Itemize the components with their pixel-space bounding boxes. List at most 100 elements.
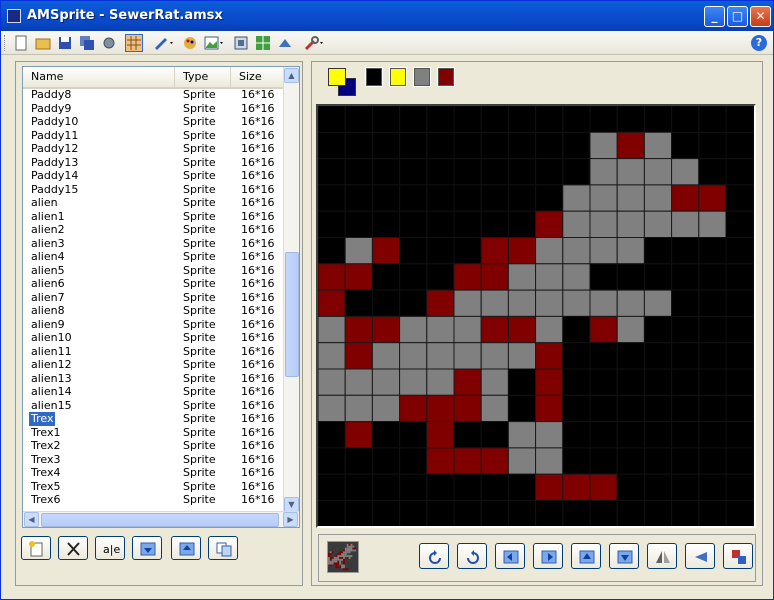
pixel-cell[interactable] xyxy=(589,263,618,291)
pixel-cell[interactable] xyxy=(344,289,373,317)
flip-vertical-button[interactable] xyxy=(685,543,715,569)
pixel-cell[interactable] xyxy=(426,315,455,344)
list-item[interactable]: Paddy10 Sprite 16*16 xyxy=(23,115,285,129)
pixel-cell[interactable] xyxy=(426,289,455,317)
pixel-cell[interactable] xyxy=(671,237,700,265)
pixel-cell[interactable] xyxy=(344,421,373,449)
pixel-cell[interactable] xyxy=(725,106,754,133)
pixel-cell[interactable] xyxy=(589,447,618,475)
pixel-cell[interactable] xyxy=(480,158,509,186)
grid-green-icon[interactable] xyxy=(254,34,272,52)
pixel-cell[interactable] xyxy=(643,263,673,291)
pixel-cell[interactable] xyxy=(589,421,618,449)
pixel-cell[interactable] xyxy=(480,473,509,502)
pixel-cell[interactable] xyxy=(725,368,754,396)
hscroll-thumb[interactable] xyxy=(41,513,279,527)
pixel-cell[interactable] xyxy=(318,368,346,396)
pixel-cell[interactable] xyxy=(480,237,509,265)
pixel-cell[interactable] xyxy=(480,394,509,423)
pixel-cell[interactable] xyxy=(344,131,373,160)
pixel-cell[interactable] xyxy=(399,421,428,449)
pixel-cell[interactable] xyxy=(643,315,673,344)
pixel-cell[interactable] xyxy=(399,473,428,502)
minimize-button[interactable]: _ xyxy=(704,6,725,27)
pixel-cell[interactable] xyxy=(507,368,537,396)
pixel-cell[interactable] xyxy=(480,342,509,370)
pixel-cell[interactable] xyxy=(453,342,482,370)
pixel-cell[interactable] xyxy=(589,473,618,502)
pixel-cell[interactable] xyxy=(507,500,537,527)
pixel-cell[interactable] xyxy=(318,263,346,291)
pixel-cell[interactable] xyxy=(616,447,645,475)
pixel-cell[interactable] xyxy=(344,184,373,212)
list-item[interactable]: alien7 Sprite 16*16 xyxy=(23,291,285,305)
pixel-cell[interactable] xyxy=(562,263,591,291)
palette-swatch[interactable] xyxy=(413,67,431,87)
pixel-cell[interactable] xyxy=(426,184,455,212)
pixel-cell[interactable] xyxy=(318,131,346,160)
pixel-cell[interactable] xyxy=(698,342,727,370)
pixel-cell[interactable] xyxy=(453,368,482,396)
list-item[interactable]: Paddy14 Sprite 16*16 xyxy=(23,169,285,183)
pixel-cell[interactable] xyxy=(562,421,591,449)
palette-icon[interactable] xyxy=(181,34,199,52)
delete-button[interactable] xyxy=(58,536,88,560)
pixel-cell[interactable] xyxy=(371,447,401,475)
pixel-cell[interactable] xyxy=(453,158,482,186)
pixel-cell[interactable] xyxy=(344,210,373,238)
list-item[interactable]: Trex5 Sprite 16*16 xyxy=(23,480,285,494)
pixel-cell[interactable] xyxy=(399,289,428,317)
pixel-cell[interactable] xyxy=(725,421,754,449)
pixel-cell[interactable] xyxy=(318,210,346,238)
pixel-cell[interactable] xyxy=(535,263,564,291)
help-icon[interactable]: ? xyxy=(751,35,767,51)
list-item[interactable]: alien4 Sprite 16*16 xyxy=(23,250,285,264)
pixel-cell[interactable] xyxy=(453,210,482,238)
pixel-cell[interactable] xyxy=(562,447,591,475)
pixel-cell[interactable] xyxy=(507,210,537,238)
foreground-color[interactable] xyxy=(328,68,346,86)
pixel-cell[interactable] xyxy=(318,421,346,449)
pixel-cell[interactable] xyxy=(643,131,673,160)
pixel-cell[interactable] xyxy=(507,421,537,449)
pixel-cell[interactable] xyxy=(562,473,591,502)
horizontal-scrollbar[interactable]: ◀ ▶ xyxy=(23,511,299,527)
pixel-cell[interactable] xyxy=(426,500,455,527)
flip-horizontal-button[interactable] xyxy=(647,543,677,569)
pixel-cell[interactable] xyxy=(426,421,455,449)
column-name[interactable]: Name xyxy=(23,67,175,87)
list-item[interactable]: alien6 Sprite 16*16 xyxy=(23,277,285,291)
pixel-cell[interactable] xyxy=(562,342,591,370)
list-item[interactable]: alien5 Sprite 16*16 xyxy=(23,264,285,278)
pixel-cell[interactable] xyxy=(725,131,754,160)
pixel-cell[interactable] xyxy=(535,368,564,396)
wrench-icon[interactable] xyxy=(303,34,327,52)
pixel-cell[interactable] xyxy=(318,184,346,212)
pixel-cell[interactable] xyxy=(725,184,754,212)
gear-export-icon[interactable] xyxy=(100,34,118,52)
list-item[interactable]: Paddy8 Sprite 16*16 xyxy=(23,89,285,102)
pixel-cell[interactable] xyxy=(589,500,618,527)
pixel-cell[interactable] xyxy=(698,158,727,186)
pixel-cell[interactable] xyxy=(318,342,346,370)
pixel-cell[interactable] xyxy=(507,106,537,133)
pixel-cell[interactable] xyxy=(535,394,564,423)
list-item[interactable]: Trex3 Sprite 16*16 xyxy=(23,453,285,467)
pixel-cell[interactable] xyxy=(643,500,673,527)
pixel-cell[interactable] xyxy=(426,158,455,186)
pixel-cell[interactable] xyxy=(453,263,482,291)
pixel-cell[interactable] xyxy=(698,447,727,475)
move-down-button[interactable] xyxy=(132,536,162,560)
pixel-cell[interactable] xyxy=(535,315,564,344)
list-item[interactable]: Trex Sprite 16*16 xyxy=(23,412,285,426)
shift-up-button[interactable] xyxy=(571,543,601,569)
pixel-cell[interactable] xyxy=(344,342,373,370)
pixel-cell[interactable] xyxy=(616,210,645,238)
pixel-cell[interactable] xyxy=(399,263,428,291)
pixel-cell[interactable] xyxy=(562,315,591,344)
pen-icon[interactable] xyxy=(152,34,176,52)
pixel-cell[interactable] xyxy=(507,158,537,186)
pixel-cell[interactable] xyxy=(698,394,727,423)
pixel-cell[interactable] xyxy=(426,131,455,160)
pixel-cell[interactable] xyxy=(589,184,618,212)
